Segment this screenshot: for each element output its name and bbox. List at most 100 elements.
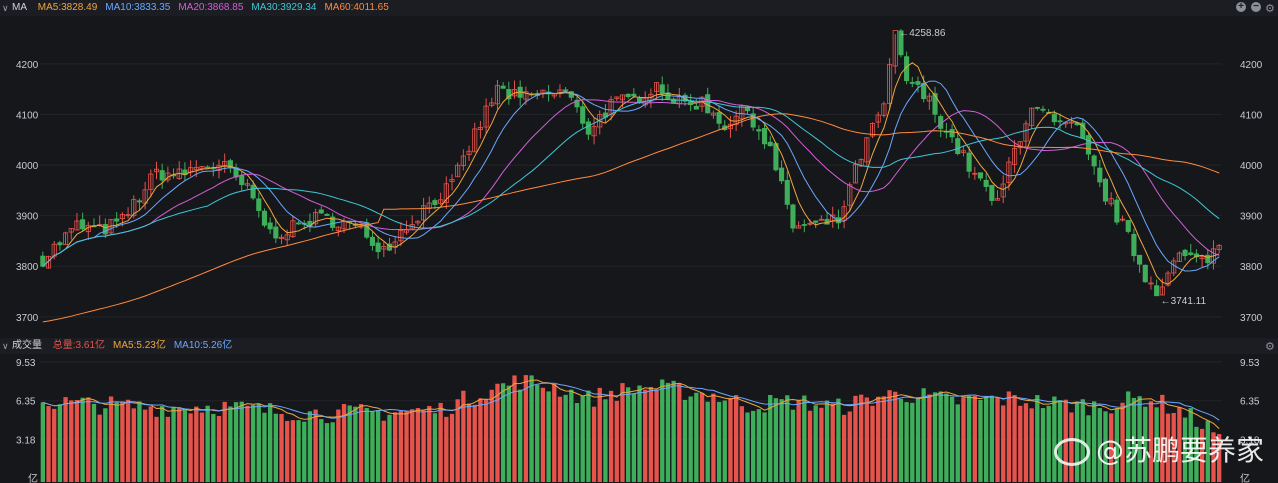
vol-legend-item: MA5:5.23亿 bbox=[113, 340, 166, 351]
candle-body bbox=[1085, 135, 1092, 155]
volume-bar bbox=[836, 398, 841, 482]
volume-bar bbox=[171, 406, 176, 482]
volume-bar bbox=[1029, 408, 1034, 482]
volume-bar bbox=[870, 405, 875, 482]
settings-gear-icon[interactable]: ⚙ bbox=[1265, 339, 1275, 355]
volume-bar bbox=[358, 404, 364, 482]
candle-body bbox=[1188, 252, 1194, 255]
volume-bar bbox=[205, 405, 210, 482]
volume-bar bbox=[563, 394, 568, 482]
volume-bar bbox=[915, 397, 921, 482]
volume-bar bbox=[603, 399, 608, 482]
volume-bar bbox=[302, 421, 307, 482]
volume-bar bbox=[961, 397, 966, 482]
candle-body bbox=[1091, 155, 1097, 167]
volume-tick-label-right: 亿 bbox=[1240, 472, 1250, 483]
vol-legend-item: MA10:5.26亿 bbox=[173, 340, 233, 351]
volume-bar bbox=[893, 391, 898, 482]
ma-legend-item: MA20:3868.85 bbox=[178, 2, 244, 13]
volume-bar bbox=[569, 389, 574, 482]
volume-bar bbox=[682, 399, 688, 482]
volume-bar bbox=[97, 414, 102, 482]
volume-bar bbox=[63, 397, 68, 482]
candle-body bbox=[585, 121, 591, 135]
watermark: @苏鹏要养家 bbox=[1053, 429, 1264, 469]
volume-bar bbox=[103, 408, 108, 482]
volume-bar bbox=[483, 399, 489, 482]
volume-bar bbox=[444, 416, 449, 482]
remove-indicator-icon[interactable]: − bbox=[1251, 2, 1261, 12]
y-axis-tick-label-right: 4000 bbox=[1240, 161, 1263, 172]
volume-bar bbox=[472, 404, 477, 482]
add-indicator-icon[interactable]: + bbox=[1236, 2, 1246, 12]
candle-body bbox=[324, 213, 330, 216]
volume-bar bbox=[404, 411, 409, 482]
candle-body bbox=[261, 210, 268, 226]
collapse-chevron-icon[interactable]: ∨ bbox=[2, 338, 9, 354]
volume-bar bbox=[864, 397, 869, 482]
volume-bar bbox=[779, 399, 784, 482]
volume-bar bbox=[290, 420, 296, 482]
collapse-chevron-icon[interactable]: ∨ bbox=[2, 0, 9, 16]
candle-body bbox=[267, 222, 273, 230]
candle-body bbox=[966, 152, 972, 172]
volume-bar bbox=[688, 396, 693, 482]
volume-bar bbox=[296, 420, 301, 482]
candle-body bbox=[955, 138, 961, 155]
candle-body bbox=[659, 84, 665, 95]
volume-bar bbox=[949, 396, 955, 482]
volume-bar bbox=[711, 393, 716, 482]
weibo-logo-icon bbox=[1053, 438, 1090, 466]
y-axis-tick-label-left: 3900 bbox=[16, 212, 39, 223]
volume-bar bbox=[631, 393, 637, 482]
candle-body bbox=[761, 128, 768, 145]
settings-gear-icon[interactable]: ⚙ bbox=[1265, 1, 1275, 17]
volume-bar bbox=[1006, 391, 1012, 482]
volume-bar bbox=[421, 410, 426, 482]
candle-body bbox=[932, 93, 938, 115]
volume-bar bbox=[1001, 405, 1006, 482]
volume-tick-label-right: 6.35 bbox=[1240, 397, 1260, 408]
volume-bar bbox=[330, 422, 335, 482]
volume-bar bbox=[1046, 405, 1051, 482]
volume-tick-label-left: 亿 bbox=[28, 472, 38, 483]
volume-bar bbox=[813, 405, 818, 482]
volume-bar bbox=[142, 409, 148, 482]
volume-bar bbox=[455, 399, 460, 482]
volume-bar bbox=[148, 406, 153, 482]
volume-bar bbox=[955, 404, 960, 482]
y-axis-tick-label-left: 4200 bbox=[16, 60, 39, 71]
volume-bar bbox=[108, 396, 114, 482]
volume-bar bbox=[614, 400, 619, 482]
volume-bar bbox=[86, 397, 91, 482]
candle-body bbox=[296, 222, 302, 225]
volume-bar bbox=[91, 403, 97, 482]
volume-tick-label-left: 9.53 bbox=[16, 358, 36, 369]
volume-bar bbox=[751, 410, 756, 482]
candle-body bbox=[1125, 220, 1131, 232]
volume-bar bbox=[364, 408, 369, 482]
candlestick-chart[interactable]: 4200 4200 4100 4100 4000 4000 3900 3900 3800 3800… bbox=[0, 16, 1278, 338]
volume-bar bbox=[841, 414, 847, 482]
y-axis-tick-label-right: 3900 bbox=[1240, 212, 1263, 223]
volume-bar bbox=[881, 396, 887, 482]
volume-bar bbox=[910, 402, 915, 482]
volume-bar bbox=[177, 407, 182, 482]
volume-bar bbox=[648, 386, 654, 482]
candle-body bbox=[1114, 199, 1120, 223]
y-axis-tick-label-left: 4100 bbox=[16, 111, 39, 122]
volume-bar bbox=[353, 406, 358, 482]
ma20-line bbox=[42, 99, 1220, 267]
volume-bar bbox=[802, 395, 807, 482]
volume-bar bbox=[46, 406, 51, 482]
volume-bar bbox=[375, 410, 381, 482]
volume-bar bbox=[927, 394, 932, 482]
y-axis-tick-label-left: 3700 bbox=[16, 313, 39, 324]
volume-bar bbox=[188, 413, 193, 482]
volume-bar bbox=[932, 392, 938, 482]
volume-bar bbox=[324, 423, 330, 482]
price-annotation: ←3741.11 bbox=[1161, 296, 1207, 307]
volume-bar bbox=[728, 397, 733, 482]
volume-bar bbox=[438, 402, 443, 482]
volume-bar bbox=[785, 395, 790, 482]
